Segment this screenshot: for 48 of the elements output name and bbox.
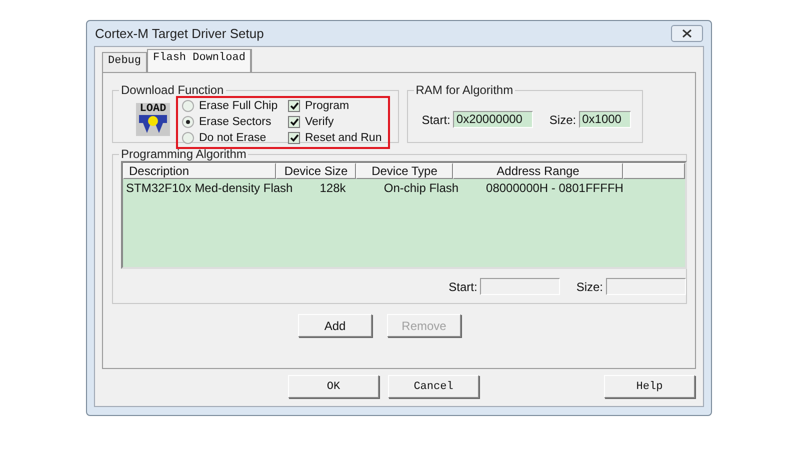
field-label: Start: <box>448 280 478 294</box>
download-arrow-icon <box>137 115 169 135</box>
group-title: Download Function <box>120 83 225 97</box>
dialog-button[interactable]: Help <box>604 375 695 398</box>
dialog-button[interactable]: Add <box>298 314 372 337</box>
option-label: Reset and Run <box>305 132 382 144</box>
input-field[interactable] <box>606 278 686 295</box>
option-label: Program <box>305 100 350 112</box>
radio-option[interactable]: Erase Full Chip <box>182 98 282 114</box>
checkbox[interactable] <box>288 100 300 112</box>
window-title: Cortex-M Target Driver Setup <box>95 26 264 41</box>
checkbox[interactable] <box>288 132 300 144</box>
input-field[interactable]: 0x1000 <box>579 111 632 128</box>
checkbox-option[interactable]: Reset and Run <box>288 130 382 146</box>
option-label: Erase Full Chip <box>199 100 278 112</box>
close-icon <box>682 29 692 38</box>
dialog-button[interactable]: Cancel <box>388 375 479 398</box>
checkbox-option[interactable]: Program <box>288 98 382 114</box>
option-label: Verify <box>305 116 334 128</box>
group-title: RAM for Algorithm <box>414 83 514 97</box>
input-field[interactable]: 0x20000000 <box>453 111 534 128</box>
checkbox-option[interactable]: Verify <box>288 114 382 130</box>
radio-button[interactable] <box>182 116 194 128</box>
radio-button[interactable] <box>182 100 194 112</box>
field-label: Size: <box>576 280 603 294</box>
table-cell-text: 128k <box>318 181 347 195</box>
tab[interactable]: Debug <box>102 52 148 72</box>
option-label: Erase Sectors <box>199 116 272 128</box>
tab[interactable]: Flash Download <box>147 49 252 72</box>
field-label: Start: <box>422 112 450 126</box>
column-header[interactable]: Description <box>123 163 276 179</box>
dialog-button[interactable]: OK <box>288 375 379 398</box>
checkbox[interactable] <box>288 116 300 128</box>
column-header[interactable]: Device Type <box>356 163 453 179</box>
radio-button[interactable] <box>182 132 194 144</box>
field-label: Size: <box>549 112 576 126</box>
input-field[interactable] <box>480 278 560 295</box>
close-button[interactable] <box>671 25 703 42</box>
table-cell-text: On-chip Flash <box>382 181 460 195</box>
option-label: Do not Erase <box>199 132 266 144</box>
radio-option[interactable]: Do not Erase <box>182 130 282 146</box>
group-title: Programming Algorithm <box>120 147 248 161</box>
table-cell-text: STM32F10x Med-density Flash <box>125 181 293 195</box>
column-header[interactable]: Device Size <box>276 163 356 179</box>
column-header[interactable]: Address Range <box>453 163 623 179</box>
table-cell-text: 08000000H - 0801FFFFH <box>485 181 624 195</box>
load-label: LOAD <box>140 104 166 115</box>
radio-option[interactable]: Erase Sectors <box>182 114 282 130</box>
